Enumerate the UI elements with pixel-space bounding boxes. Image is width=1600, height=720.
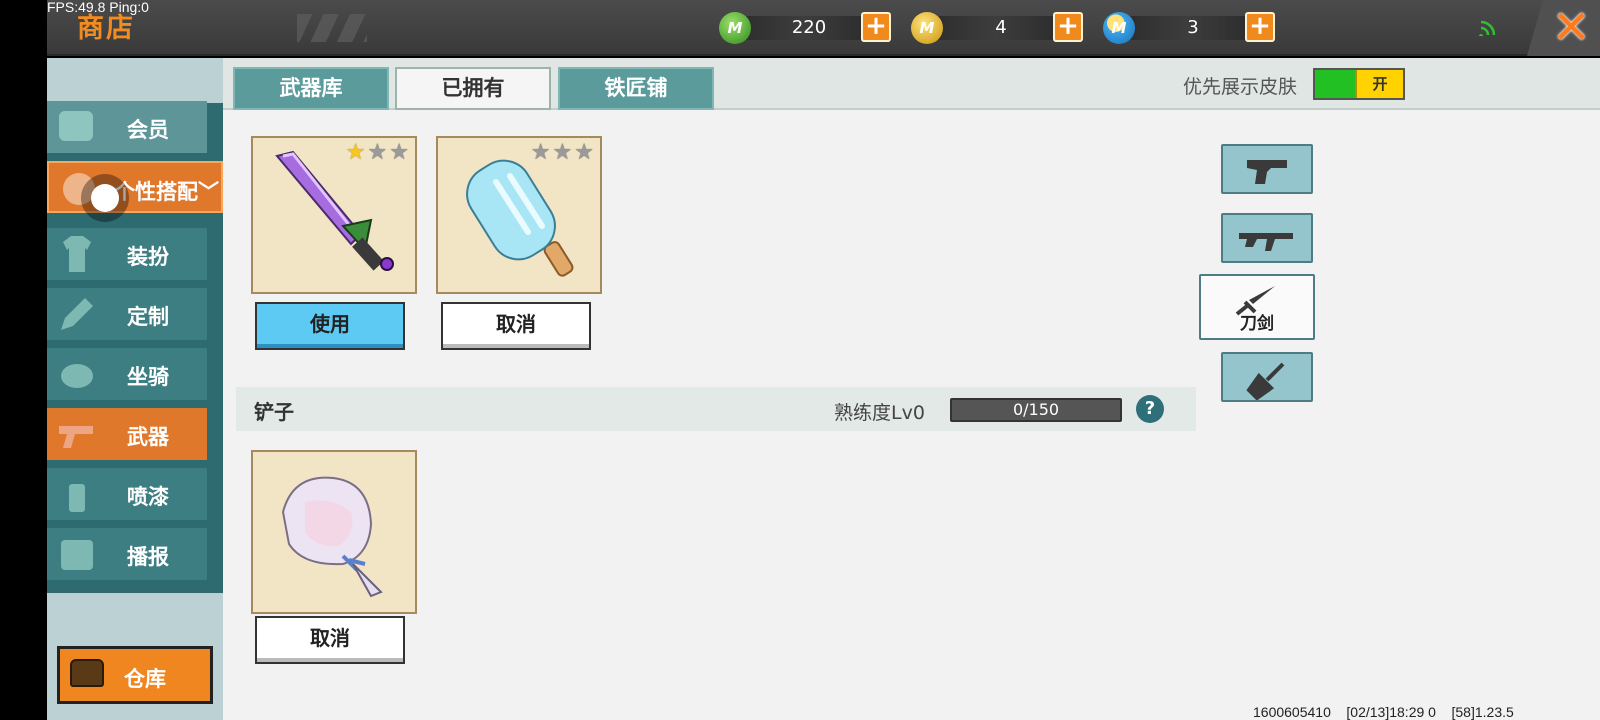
help-icon[interactable]: ? bbox=[1136, 395, 1164, 423]
warehouse-button[interactable]: 仓库 bbox=[57, 646, 213, 704]
proficiency-label: 熟练度Lv0 bbox=[834, 402, 925, 424]
skin-priority-label: 优先展示皮肤 bbox=[1183, 76, 1298, 98]
rifle-icon bbox=[1239, 233, 1293, 251]
item-card-purple-sword[interactable]: ★★★ bbox=[251, 136, 417, 294]
revolver-icon bbox=[1247, 160, 1287, 184]
item-card-ice-popsicle[interactable]: ★★★ bbox=[436, 136, 602, 294]
main-panel: 武器库 已拥有 铁匠铺 优先展示皮肤 开 ★★★ ★★★ 使用 取消 铲子 熟练… bbox=[223, 58, 1600, 720]
currency-blue-value: 3 bbox=[1187, 17, 1199, 38]
tab-armory[interactable]: 武器库 bbox=[233, 67, 389, 110]
fps-readout: FPS:49.8 Ping:0 bbox=[47, 0, 149, 15]
star-empty-icon: ★ bbox=[552, 140, 575, 165]
filter-pistol[interactable] bbox=[1221, 144, 1313, 194]
cancel-button[interactable]: 取消 bbox=[441, 302, 591, 350]
star-rating: ★★★ bbox=[346, 140, 411, 165]
sidebar-item-weapon[interactable]: 武器 bbox=[47, 408, 207, 460]
pencil-icon bbox=[61, 298, 93, 330]
sidebar-item-mount[interactable]: 坐骑 bbox=[47, 348, 207, 400]
sidebar-item-label: 装扮 bbox=[127, 245, 169, 269]
sidebar-item-label: 个性搭配﹀ bbox=[114, 180, 219, 204]
chevron-down-icon: ﹀ bbox=[198, 180, 219, 204]
tab-bar: 武器库 已拥有 铁匠铺 优先展示皮肤 开 bbox=[223, 58, 1600, 110]
sidebar-item-broadcast[interactable]: 播报 bbox=[47, 528, 207, 580]
shirt-icon bbox=[63, 236, 91, 272]
sidebar-item-label: 定制 bbox=[127, 305, 169, 329]
gold-coin-icon: M bbox=[911, 12, 943, 44]
currency-gold-value: 4 bbox=[995, 17, 1007, 38]
sidebar-list: 会员 个性搭配﹀ 装扮 定制 坐骑 武器 喷漆 播报 bbox=[47, 101, 223, 593]
broadcast-box-icon bbox=[61, 540, 93, 570]
blue-coin-icon: M bbox=[1103, 12, 1135, 44]
sidebar-item-label: 坐骑 bbox=[127, 365, 169, 389]
toggle-state: 开 bbox=[1355, 70, 1403, 98]
add-green-currency-button[interactable]: + bbox=[861, 12, 891, 42]
star-empty-icon: ★ bbox=[367, 140, 390, 165]
sidebar-item-outfit[interactable]: 个性搭配﹀ bbox=[47, 161, 223, 213]
sidebar-item-label: 会员 bbox=[127, 118, 169, 142]
seashell-shovel-icon bbox=[281, 476, 383, 598]
proficiency-bar: 0/150 bbox=[950, 398, 1122, 422]
member-icon bbox=[59, 111, 93, 141]
sidebar-item-label: 播报 bbox=[127, 545, 169, 569]
version-info: 1600605410 [02/13]18:29 0 [58]1.23.5 bbox=[1253, 704, 1514, 720]
gun-icon bbox=[59, 426, 93, 448]
add-blue-currency-button[interactable]: + bbox=[1245, 12, 1275, 42]
shovel-section-header: 铲子 熟练度Lv0 0/150 ? bbox=[236, 387, 1196, 431]
item-card-seashell-shovel[interactable] bbox=[251, 450, 417, 614]
tab-owned[interactable]: 已拥有 bbox=[395, 67, 551, 110]
skin-priority-toggle[interactable]: 开 bbox=[1313, 68, 1405, 100]
star-rating: ★★★ bbox=[531, 140, 596, 165]
sidebar-item-spray[interactable]: 喷漆 bbox=[47, 468, 207, 520]
sidebar-item-dressup[interactable]: 装扮 bbox=[47, 228, 207, 280]
section-title: 铲子 bbox=[254, 400, 294, 424]
floating-touch-indicator[interactable] bbox=[81, 174, 129, 222]
top-bar: 商店 M 220 + M 4 + M 3 + ✕ bbox=[47, 0, 1600, 56]
cancel-button[interactable]: 取消 bbox=[255, 616, 405, 664]
filter-sword[interactable]: 刀剑 bbox=[1199, 274, 1315, 340]
sidebar-item-member[interactable]: 会员 bbox=[47, 101, 207, 153]
add-gold-currency-button[interactable]: + bbox=[1053, 12, 1083, 42]
decorative-stripes bbox=[297, 14, 367, 42]
treasure-chest-icon bbox=[70, 659, 104, 687]
spray-can-icon bbox=[69, 484, 85, 512]
game-screen: FPS:49.8 Ping:0 商店 M 220 + M 4 + M 3 + ✕ bbox=[0, 0, 1600, 720]
tab-blacksmith[interactable]: 铁匠铺 bbox=[558, 67, 714, 110]
star-empty-icon: ★ bbox=[574, 140, 596, 165]
sidebar-item-label: 武器 bbox=[127, 425, 169, 449]
use-button[interactable]: 使用 bbox=[255, 302, 405, 350]
sidebar-item-custom[interactable]: 定制 bbox=[47, 288, 207, 340]
filter-rifle[interactable] bbox=[1221, 213, 1313, 263]
star-empty-icon: ★ bbox=[389, 140, 411, 165]
star-empty-icon: ★ bbox=[530, 140, 553, 165]
mount-icon bbox=[61, 364, 93, 388]
sidebar: 会员 个性搭配﹀ 装扮 定制 坐骑 武器 喷漆 播报 仓库 bbox=[47, 58, 223, 720]
filter-shovel[interactable] bbox=[1221, 352, 1313, 402]
filter-sword-label: 刀剑 bbox=[1240, 314, 1274, 334]
shovel-icon bbox=[1246, 362, 1285, 400]
sidebar-item-label: 喷漆 bbox=[127, 485, 169, 509]
close-icon[interactable]: ✕ bbox=[1552, 2, 1591, 52]
star-filled-icon: ★ bbox=[345, 140, 368, 165]
currency-green-value: 220 bbox=[791, 17, 827, 38]
green-gem-coin-icon: M bbox=[719, 12, 751, 44]
signal-icon bbox=[1479, 18, 1499, 41]
warehouse-label: 仓库 bbox=[124, 667, 166, 691]
